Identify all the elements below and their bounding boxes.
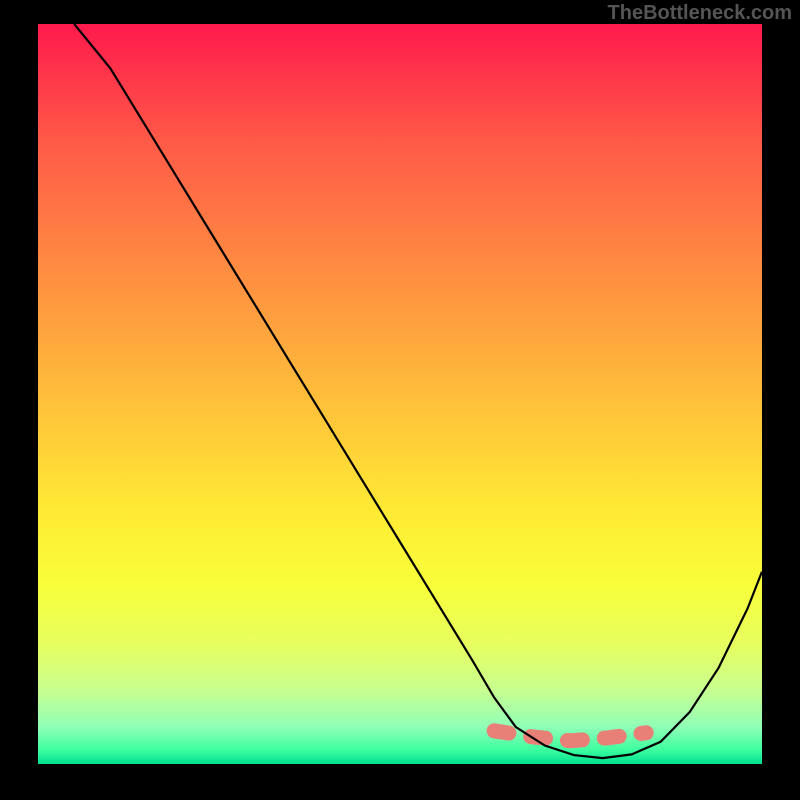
curve-layer bbox=[38, 24, 762, 764]
optimal-range-marker bbox=[494, 731, 646, 741]
plot-area bbox=[38, 24, 762, 764]
bottleneck-curve bbox=[74, 24, 762, 758]
chart-container: TheBottleneck.com bbox=[0, 0, 800, 800]
watermark-text: TheBottleneck.com bbox=[608, 2, 792, 25]
